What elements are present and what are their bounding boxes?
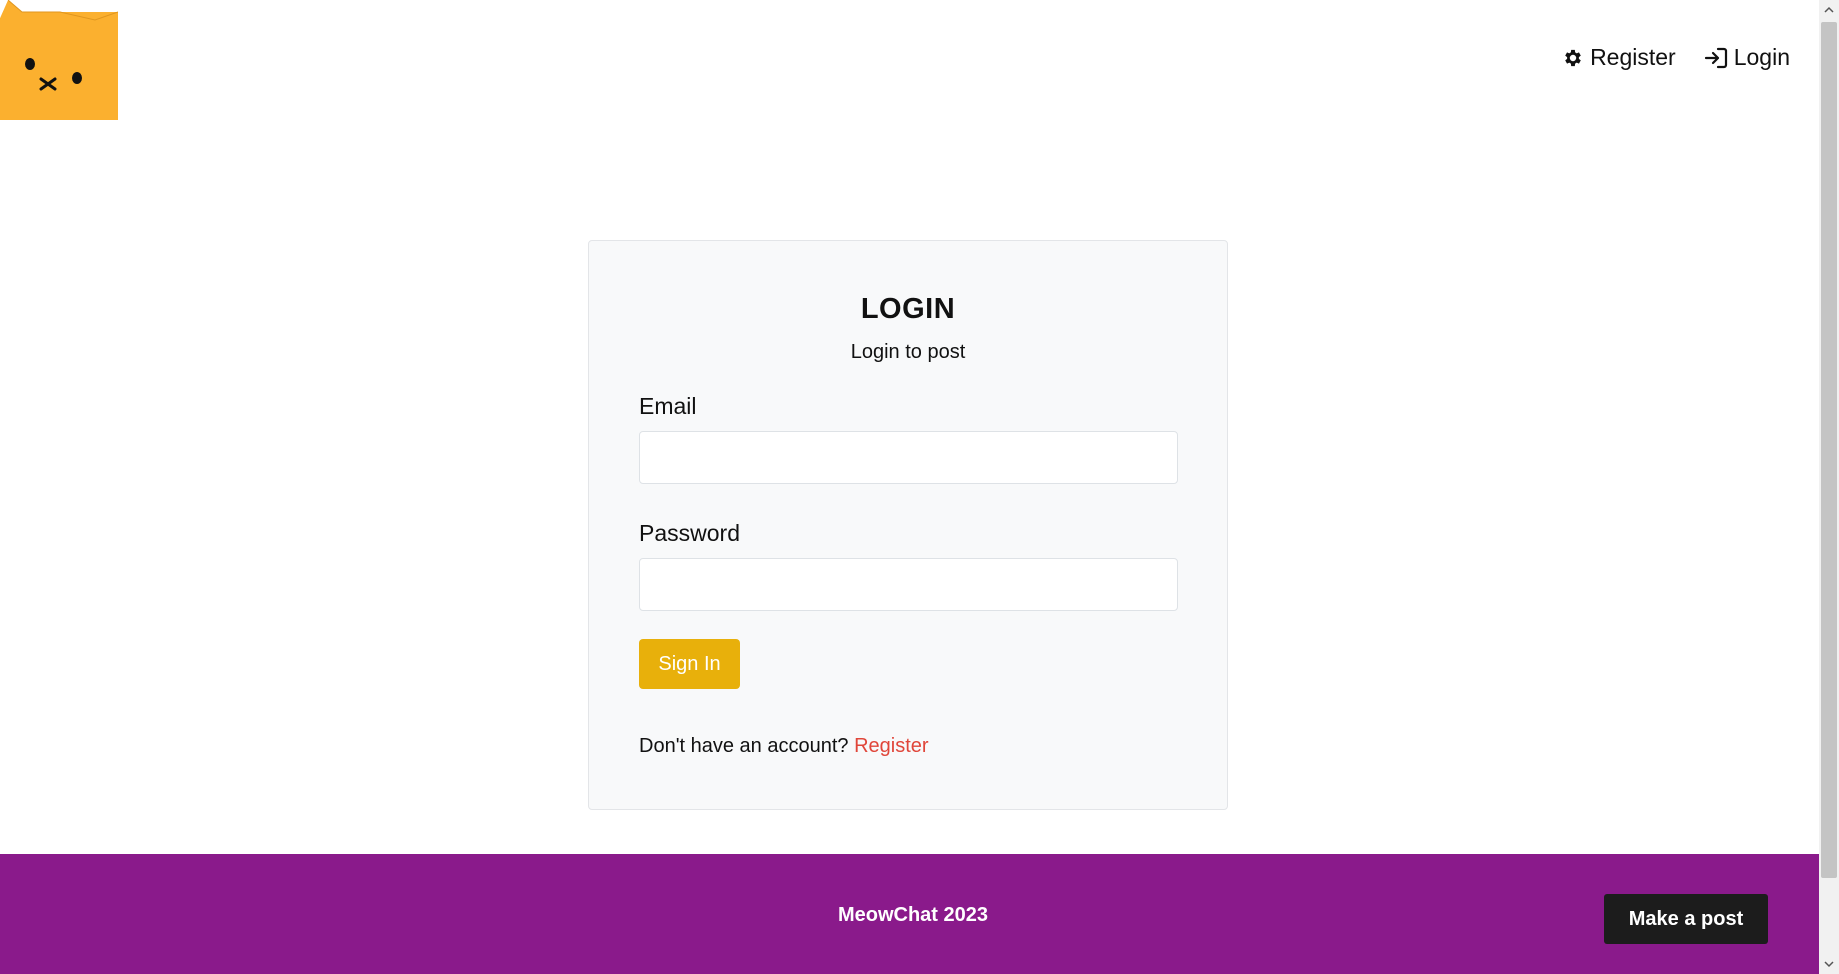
login-subtitle: Login to post bbox=[850, 341, 966, 363]
footer-copyright: MeowChat 2023 bbox=[837, 904, 989, 926]
nav-register-link[interactable]: Register bbox=[1562, 44, 1676, 71]
login-title: LOGIN bbox=[860, 293, 956, 325]
register-link[interactable]: Register bbox=[854, 735, 928, 757]
login-card: LOGIN Login to post Email Password Sign … bbox=[588, 240, 1228, 810]
password-field[interactable] bbox=[639, 558, 1178, 611]
gear-icon bbox=[1562, 47, 1584, 69]
scroll-up-arrow-icon[interactable] bbox=[1819, 0, 1839, 20]
top-nav: Register Login bbox=[1562, 44, 1790, 71]
password-label: Password bbox=[639, 520, 740, 546]
nav-register-label: Register bbox=[1590, 44, 1676, 70]
account-prompt-text: Don't have an account? bbox=[639, 735, 849, 757]
make-post-button[interactable]: Make a post bbox=[1604, 894, 1768, 944]
cat-logo-icon[interactable] bbox=[0, 0, 119, 120]
sign-in-button[interactable]: Sign In bbox=[639, 639, 740, 689]
nav-login-link[interactable]: Login bbox=[1704, 44, 1790, 71]
vertical-scrollbar[interactable] bbox=[1819, 0, 1839, 974]
scroll-down-arrow-icon[interactable] bbox=[1819, 954, 1839, 974]
nav-login-label: Login bbox=[1733, 44, 1790, 70]
scrollbar-thumb[interactable] bbox=[1821, 22, 1837, 878]
account-prompt-line: Don't have an account? Register bbox=[639, 735, 929, 758]
page: Register Login LOGIN Login to post Email… bbox=[0, 0, 1819, 974]
login-arrow-icon bbox=[1704, 47, 1728, 69]
email-field[interactable] bbox=[639, 431, 1178, 484]
footer: MeowChat 2023 Make a post bbox=[0, 854, 1819, 974]
email-label: Email bbox=[639, 393, 697, 419]
